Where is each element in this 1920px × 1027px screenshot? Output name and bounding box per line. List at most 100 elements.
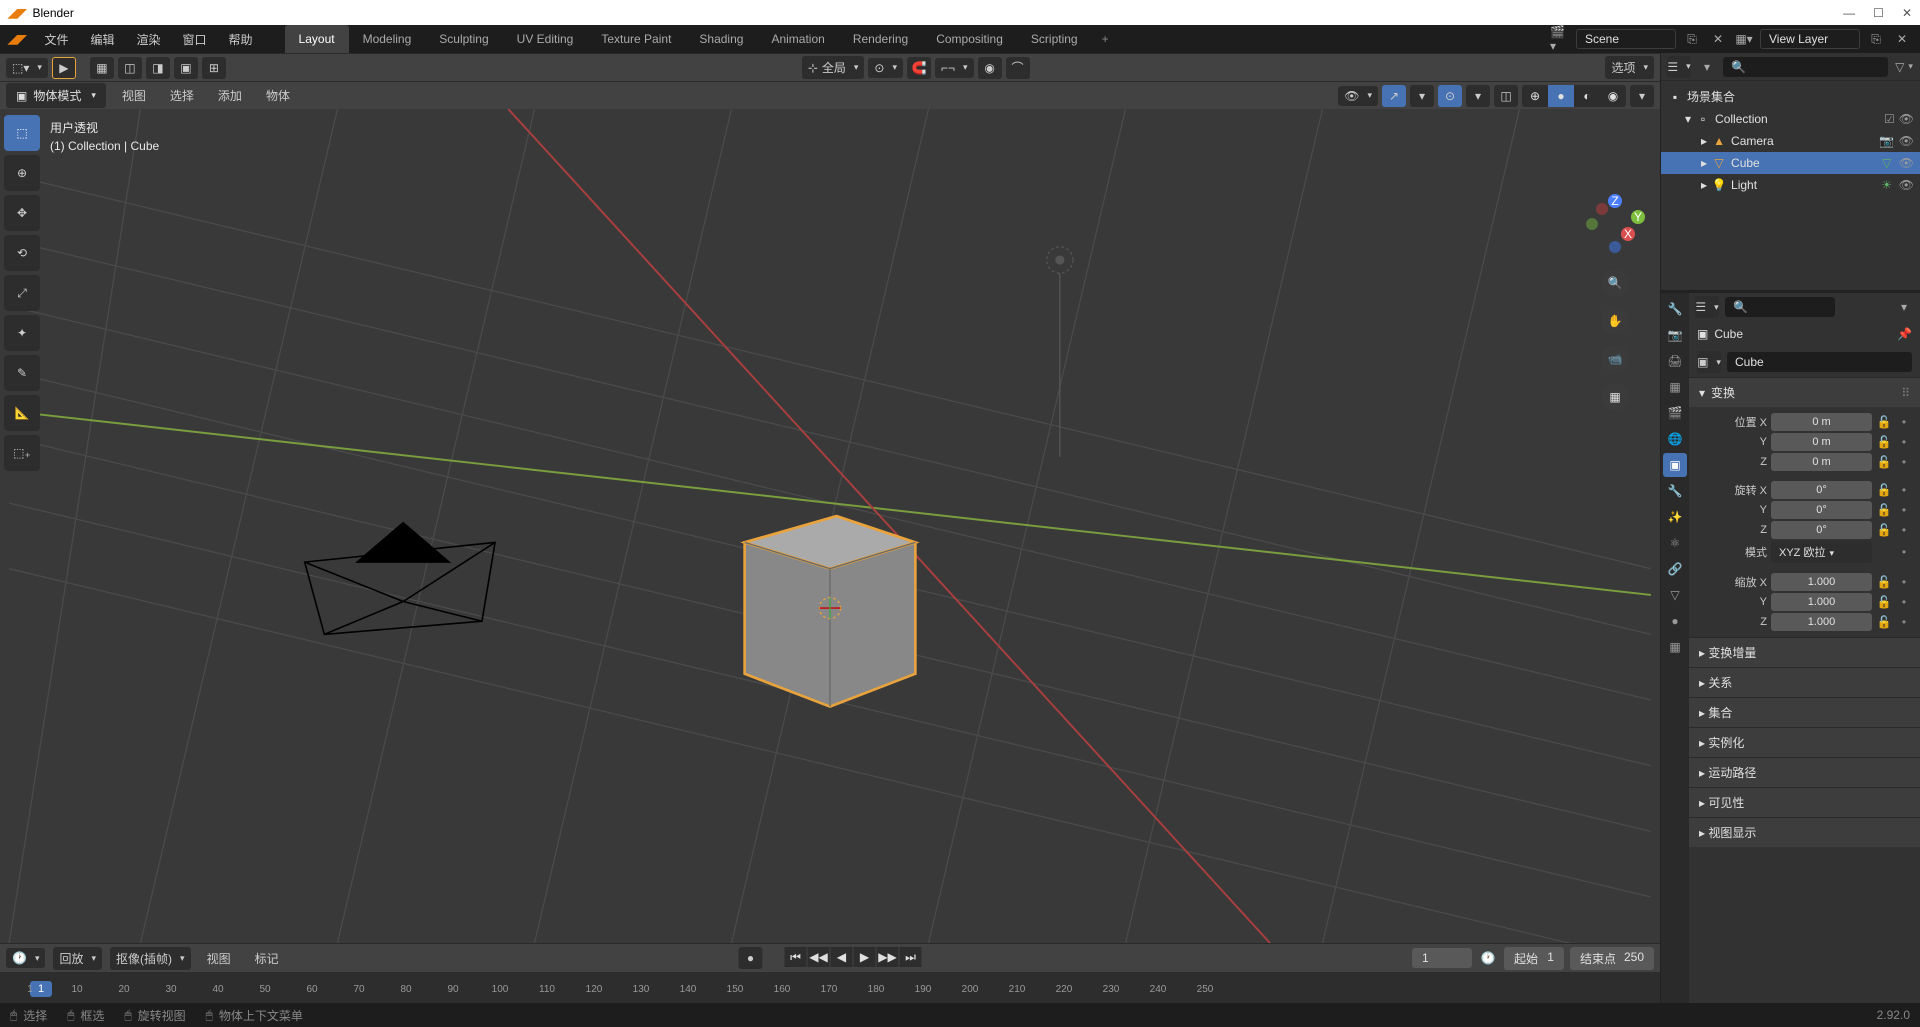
tool-annotate[interactable]: ✎ [4, 355, 40, 391]
transform-orientation[interactable]: ⊹ 全局 [802, 56, 865, 79]
location-z-field[interactable]: 0 m [1771, 453, 1872, 471]
proptab-object[interactable]: ▣ [1663, 453, 1687, 477]
proptab-data[interactable]: ▽ [1663, 583, 1687, 607]
tab-animation[interactable]: Animation [757, 25, 838, 53]
camera-visibility-toggle[interactable]: 👁 [1899, 134, 1914, 148]
rotation-mode-field[interactable]: XYZ 欧拉 [1771, 541, 1872, 563]
lock-location-z[interactable]: 🔓 [1876, 455, 1892, 469]
proptab-material[interactable]: ● [1663, 609, 1687, 633]
tool-cursor[interactable]: ⊕ [4, 155, 40, 191]
proportional-falloff[interactable]: ⌒ [1006, 57, 1030, 79]
menu-add[interactable]: 添加 [210, 83, 250, 108]
playhead[interactable]: 1 [30, 981, 52, 997]
lock-rotation-x[interactable]: 🔓 [1876, 483, 1892, 497]
jump-end-button[interactable]: ⏭ [900, 947, 922, 967]
panel-集合-header[interactable]: ▸ 集合 [1689, 698, 1920, 727]
shading-wireframe[interactable]: ⊕ [1522, 85, 1548, 107]
timeline-view[interactable]: 视图 [199, 946, 239, 971]
scene-delete-button[interactable]: ✕ [1708, 29, 1728, 49]
zoom-gizmo-icon[interactable]: 🔍 [1601, 269, 1629, 297]
tab-shading[interactable]: Shading [685, 25, 757, 53]
tree-collection[interactable]: ▾ ▫ Collection ☑👁 [1661, 108, 1920, 130]
panel-可见性-header[interactable]: ▸ 可见性 [1689, 788, 1920, 817]
end-frame-field[interactable]: 结束点250 [1570, 947, 1654, 970]
snap-edge-icon[interactable]: ◫ [118, 57, 142, 79]
proptab-viewlayer[interactable]: ▦ [1663, 375, 1687, 399]
pivot-point[interactable]: ⊙ [868, 58, 903, 78]
viewlayer-new-button[interactable]: ⎘ [1866, 29, 1886, 49]
maximize-button[interactable]: ☐ [1873, 6, 1884, 20]
options-dropdown[interactable]: 选项 [1605, 56, 1654, 79]
tool-scale[interactable]: ⤢ [4, 275, 40, 311]
gizmo-toggle[interactable]: ↗ [1382, 85, 1406, 107]
auto-key-toggle[interactable]: ● [739, 947, 763, 969]
shading-settings[interactable]: ▾ [1630, 85, 1654, 107]
panel-运动路径-header[interactable]: ▸ 运动路径 [1689, 758, 1920, 787]
tab-sculpting[interactable]: Sculpting [425, 25, 502, 53]
next-keyframe-button[interactable]: ▶▶ [877, 947, 899, 967]
scale-y-field[interactable]: 1.000 [1771, 593, 1872, 611]
proptab-tool[interactable]: 🔧 [1663, 297, 1687, 321]
menu-help[interactable]: 帮助 [219, 27, 263, 52]
outliner-display-mode[interactable]: ▾ [1697, 57, 1717, 77]
snap-toggle[interactable]: 🧲 [907, 57, 931, 79]
tab-modeling[interactable]: Modeling [349, 25, 426, 53]
location-y-field[interactable]: 0 m [1771, 433, 1872, 451]
overlay-settings[interactable]: ▾ [1466, 85, 1490, 107]
snap-volume-icon[interactable]: ▣ [174, 57, 198, 79]
proptab-physics[interactable]: ⚛ [1663, 531, 1687, 555]
snap-settings[interactable]: ⌐¬ [935, 58, 974, 78]
tool-rotate[interactable]: ⟲ [4, 235, 40, 271]
prev-keyframe-button[interactable]: ◀◀ [808, 947, 830, 967]
location-x-field[interactable]: 0 m [1771, 413, 1872, 431]
tab-texture-paint[interactable]: Texture Paint [587, 25, 685, 53]
tab-add-workspace[interactable]: + [1092, 25, 1119, 53]
tree-scene-collection[interactable]: ▪ 场景集合 [1661, 85, 1920, 108]
tab-layout[interactable]: Layout [285, 25, 349, 53]
proptab-output[interactable]: 🖨 [1663, 349, 1687, 373]
tab-rendering[interactable]: Rendering [839, 25, 922, 53]
tree-cube[interactable]: ▸ ▽ Cube ▽ 👁 [1661, 152, 1920, 174]
proptab-texture[interactable]: ▦ [1663, 635, 1687, 659]
menu-object[interactable]: 物体 [258, 83, 298, 108]
snap-vertex-icon[interactable]: ▦ [90, 57, 114, 79]
viewlayer-delete-button[interactable]: ✕ [1892, 29, 1912, 49]
menu-render[interactable]: 渲染 [127, 27, 171, 52]
viewlayer-browse-icon[interactable]: ▦▾ [1734, 29, 1754, 49]
outliner-search[interactable]: 🔍 [1723, 57, 1888, 77]
menu-edit[interactable]: 编辑 [80, 27, 124, 52]
proportional-edit[interactable]: ◉ [978, 57, 1002, 79]
pin-icon[interactable]: 📌 [1897, 327, 1912, 341]
timeline-ruler[interactable]: 1 11020304050607080901001101201301401501… [0, 972, 1660, 1003]
light-visibility-toggle[interactable]: 👁 [1899, 178, 1914, 192]
close-button[interactable]: ✕ [1902, 6, 1912, 20]
proptab-scene[interactable]: 🎬 [1663, 401, 1687, 425]
tool-add-cube[interactable]: ⬚₊ [4, 435, 40, 471]
snap-increment-icon[interactable]: ⊞ [202, 57, 226, 79]
tree-light[interactable]: ▸ 💡 Light ☀ 👁 [1661, 174, 1920, 196]
panel-变换增量-header[interactable]: ▸ 变换增量 [1689, 638, 1920, 667]
pan-gizmo-icon[interactable]: ✋ [1601, 307, 1629, 335]
timeline-marker[interactable]: 标记 [247, 946, 287, 971]
scene-browse-icon[interactable]: 🎬▾ [1550, 29, 1570, 49]
play-reverse-button[interactable]: ◀ [831, 947, 853, 967]
outliner-filter[interactable]: ▽ [1894, 57, 1914, 77]
datablock-name-field[interactable]: Cube [1727, 352, 1912, 372]
shading-solid[interactable]: ● [1548, 85, 1574, 107]
timeline-playback[interactable]: 回放 [53, 947, 102, 970]
select-tool-toggle[interactable]: ▶ [52, 57, 76, 79]
cube-visibility-toggle[interactable]: 👁 [1899, 156, 1914, 170]
viewlayer-name-field[interactable]: View Layer [1760, 29, 1860, 49]
collection-visibility-toggle[interactable]: 👁 [1899, 112, 1914, 126]
lock-location-x[interactable]: 🔓 [1876, 415, 1892, 429]
viewport-3d[interactable]: 用户透视 (1) Collection | Cube ⬚ ⊕ ✥ ⟲ ⤢ ✦ ✎… [0, 109, 1660, 943]
datablock-browse[interactable]: ▣ [1697, 351, 1721, 373]
timeline-editor-selector[interactable]: 🕐 [6, 948, 45, 968]
tool-select-box[interactable]: ⬚ [4, 115, 40, 151]
properties-options[interactable]: ▾ [1894, 297, 1914, 317]
tab-uv-editing[interactable]: UV Editing [503, 25, 588, 53]
lock-location-y[interactable]: 🔓 [1876, 435, 1892, 449]
proptab-constraints[interactable]: 🔗 [1663, 557, 1687, 581]
snap-face-icon[interactable]: ◨ [146, 57, 170, 79]
nav-gizmo[interactable]: Z Y X [1580, 189, 1650, 259]
